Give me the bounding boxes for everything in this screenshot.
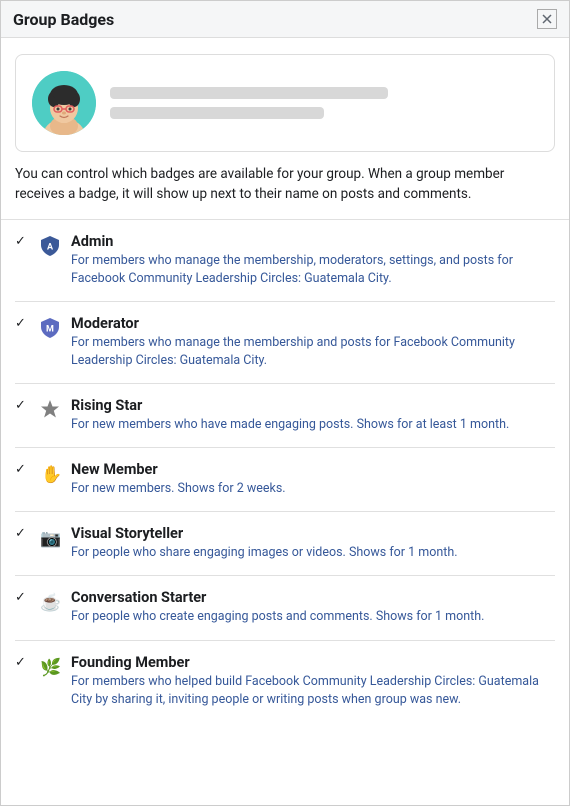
preview-line-1 [110, 87, 388, 99]
close-icon [542, 14, 552, 24]
preview-line-2 [110, 107, 324, 119]
visual-storyteller-icon: 📷 [37, 524, 63, 550]
preview-section [15, 54, 555, 152]
founding-member-icon: 🌿 [37, 653, 63, 679]
badge-desc-new-member: For new members. Shows for 2 weeks. [71, 480, 555, 498]
check-conversation-starter: ✓ [15, 590, 29, 605]
badge-title-founding-member: Founding Member [71, 654, 555, 671]
badge-content-rising-star: Rising Star For new members who have mad… [71, 397, 555, 434]
badge-title-conversation-starter: Conversation Starter [71, 589, 555, 606]
badge-item-founding-member[interactable]: ✓ 🌿 Founding Member For members who help… [15, 641, 555, 722]
badge-content-moderator: Moderator For members who manage the mem… [71, 315, 555, 370]
svg-text:☕: ☕ [40, 592, 61, 612]
badge-title-admin: Admin [71, 233, 555, 250]
check-rising-star: ✓ [15, 398, 29, 413]
badge-title-new-member: New Member [71, 461, 555, 478]
badge-desc-rising-star: For new members who have made engaging p… [71, 416, 555, 434]
check-moderator: ✓ [15, 316, 29, 331]
preview-lines [110, 87, 538, 119]
badge-content-founding-member: Founding Member For members who helped b… [71, 654, 555, 709]
svg-text:🌿: 🌿 [40, 657, 61, 677]
group-badges-panel: Group Badges [0, 0, 570, 806]
avatar [32, 71, 96, 135]
badge-item-rising-star[interactable]: ✓ Rising Star For new members who have m… [15, 384, 555, 448]
admin-icon: A [37, 232, 63, 258]
badge-desc-moderator: For members who manage the membership an… [71, 334, 555, 370]
badge-list: ✓ A Admin For members who manage the mem… [1, 220, 569, 722]
description-text: You can control which badges are availab… [1, 164, 569, 220]
svg-text:A: A [47, 242, 54, 252]
conversation-starter-icon: ☕ [37, 588, 63, 614]
badge-title-moderator: Moderator [71, 315, 555, 332]
badge-item-conversation-starter[interactable]: ✓ ☕ Conversation Starter For people who … [15, 576, 555, 640]
svg-text:✋: ✋ [41, 464, 61, 484]
badge-title-rising-star: Rising Star [71, 397, 555, 414]
badge-item-new-member[interactable]: ✓ ✋ New Member For new members. Shows fo… [15, 448, 555, 512]
panel-header: Group Badges [1, 1, 569, 38]
panel-title: Group Badges [13, 10, 114, 29]
badge-content-new-member: New Member For new members. Shows for 2 … [71, 461, 555, 498]
badge-content-conversation-starter: Conversation Starter For people who crea… [71, 589, 555, 626]
badge-desc-admin: For members who manage the membership, m… [71, 252, 555, 288]
rising-star-icon [37, 396, 63, 422]
badge-item-moderator[interactable]: ✓ M Moderator For members who manage the… [15, 302, 555, 384]
badge-item-visual-storyteller[interactable]: ✓ 📷 Visual Storyteller For people who sh… [15, 512, 555, 576]
badge-title-visual-storyteller: Visual Storyteller [71, 525, 555, 542]
close-button[interactable] [537, 9, 557, 29]
check-founding-member: ✓ [15, 655, 29, 670]
check-visual-storyteller: ✓ [15, 526, 29, 541]
badge-desc-conversation-starter: For people who create engaging posts and… [71, 608, 555, 626]
check-admin: ✓ [15, 234, 29, 249]
badge-content-visual-storyteller: Visual Storyteller For people who share … [71, 525, 555, 562]
badge-content-admin: Admin For members who manage the members… [71, 233, 555, 288]
badge-desc-founding-member: For members who helped build Facebook Co… [71, 673, 555, 709]
svg-text:📷: 📷 [40, 529, 61, 548]
new-member-icon: ✋ [37, 460, 63, 486]
avatar-svg [32, 71, 96, 135]
check-new-member: ✓ [15, 462, 29, 477]
svg-text:M: M [46, 324, 54, 334]
badge-item-admin[interactable]: ✓ A Admin For members who manage the mem… [15, 220, 555, 302]
moderator-icon: M [37, 314, 63, 340]
badge-desc-visual-storyteller: For people who share engaging images or … [71, 544, 555, 562]
